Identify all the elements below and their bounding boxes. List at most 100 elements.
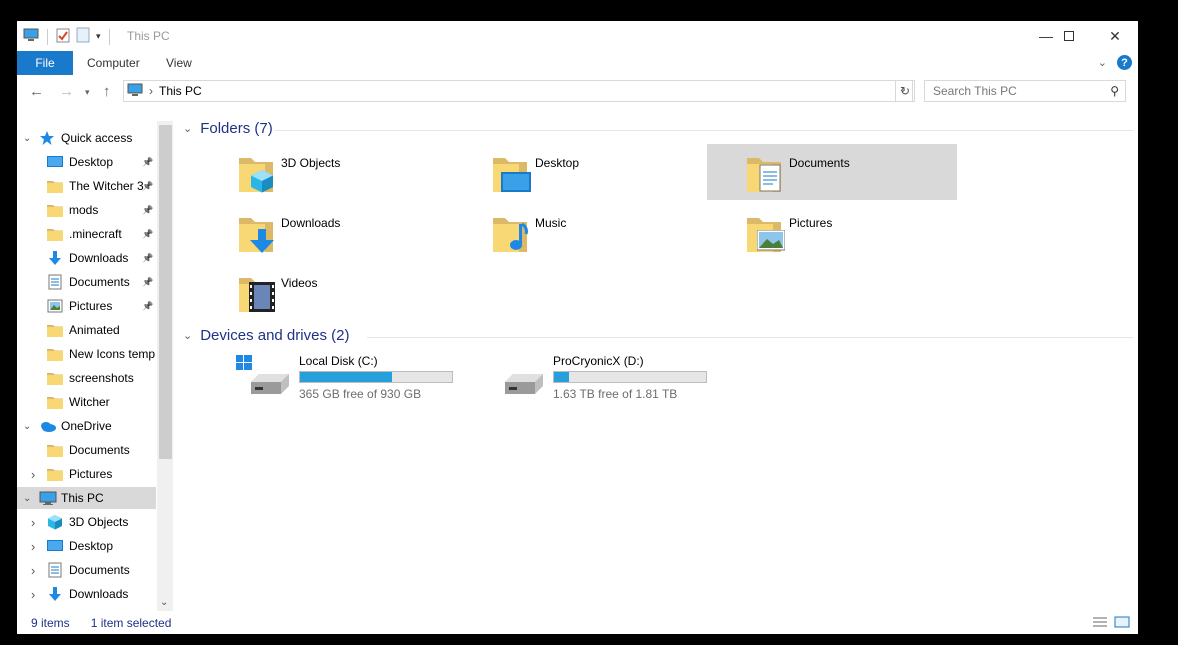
expand-ribbon-icon[interactable]: ⌄ (1098, 56, 1107, 69)
chevron-down-icon[interactable]: ⌄ (23, 493, 33, 504)
sidebar-item-quick-access[interactable]: ⌄ Quick access (17, 127, 156, 149)
folder-icon (47, 442, 63, 458)
desktop-icon (47, 538, 63, 554)
downloads-folder-icon (237, 210, 275, 254)
drive-usage-fill (300, 372, 392, 382)
drive-tile[interactable]: Local Disk (C:) 365 GB free of 930 GB (235, 354, 485, 410)
star-icon (39, 130, 55, 146)
sidebar-item-downloads[interactable]: › Downloads (17, 583, 156, 605)
sidebar-item-screenshots[interactable]: screenshots (17, 367, 156, 389)
sidebar-item-onedrive[interactable]: ⌄ OneDrive (17, 415, 156, 437)
folder-tile-documents[interactable]: Documents (707, 144, 957, 200)
sidebar-item-desktop[interactable]: Desktop 📌 (17, 151, 156, 173)
chevron-right-icon[interactable]: › (31, 563, 41, 578)
sidebar-item-label: Desktop (69, 539, 114, 553)
new-folder-icon[interactable] (76, 27, 90, 46)
sidebar-item-minecraft[interactable]: .minecraft 📌 (17, 223, 156, 245)
sidebar-item-3d-objects[interactable]: › 3D Objects (17, 511, 156, 533)
breadcrumb-chevron-icon[interactable]: › (149, 84, 153, 98)
refresh-icon: ↻ (899, 84, 911, 98)
sidebar-item-label: Documents (69, 275, 130, 289)
scrollbar-thumb[interactable] (159, 125, 172, 459)
chevron-right-icon[interactable]: › (31, 467, 41, 482)
folder-label: Downloads (281, 216, 341, 230)
folder-icon (47, 466, 63, 482)
help-icon[interactable]: ? (1117, 55, 1132, 70)
address-bar[interactable]: › This PC ⌄ (123, 80, 913, 102)
pin-icon: 📌 (142, 180, 154, 191)
documents-icon (47, 562, 63, 578)
sidebar-item-label: Downloads (69, 251, 129, 265)
folder-tile-pictures[interactable]: Pictures (707, 204, 957, 260)
folders-heading: Folders (7) (200, 120, 273, 137)
sidebar-item-label: 3D Objects (69, 515, 129, 529)
chevron-right-icon[interactable]: › (31, 515, 41, 530)
sidebar-item-desktop[interactable]: › Desktop (17, 535, 156, 557)
sidebar-item-label: Downloads (69, 587, 129, 601)
quick-access-toolbar: ▾ (23, 27, 112, 46)
drive-tile[interactable]: ProCryonicX (D:) 1.63 TB free of 1.81 TB (489, 354, 739, 410)
drive-name: Local Disk (C:) (299, 354, 378, 368)
pc-icon[interactable] (23, 28, 39, 45)
chevron-right-icon[interactable]: › (31, 539, 41, 554)
folder-icon (47, 370, 63, 386)
chevron-right-icon[interactable]: › (31, 587, 41, 602)
folder-label: Videos (281, 276, 318, 290)
sidebar-item-pictures[interactable]: Pictures 📌 (17, 295, 156, 317)
chevron-down-icon[interactable]: ⌄ (23, 133, 33, 144)
properties-icon[interactable] (56, 27, 70, 46)
sidebar-item-animated[interactable]: Animated (17, 319, 156, 341)
up-arrow-icon[interactable]: ↑ (103, 83, 111, 100)
sidebar-item-documents[interactable]: Documents (17, 439, 156, 461)
sidebar-item-label: Witcher (69, 395, 110, 409)
sidebar-item-documents[interactable]: Documents 📌 (17, 271, 156, 293)
large-icons-view-icon[interactable] (1114, 616, 1130, 631)
breadcrumb-this-pc[interactable]: This PC (159, 84, 202, 98)
sidebar-item-pictures[interactable]: › Pictures (17, 463, 156, 485)
navigation-pane-scrollbar[interactable]: ⌄ (157, 121, 173, 611)
customize-toolbar-icon[interactable]: ▾ (96, 31, 101, 42)
tab-computer[interactable]: Computer (87, 56, 140, 70)
sidebar-item-documents[interactable]: › Documents (17, 559, 156, 581)
group-divider (367, 337, 1133, 338)
forward-arrow-icon[interactable]: → (59, 83, 74, 100)
tab-view[interactable]: View (166, 56, 192, 70)
pc-icon (39, 490, 57, 506)
desktop-icon (47, 154, 63, 170)
sidebar-item-label: Quick access (61, 131, 133, 145)
navigation-bar: ← → ▾ ↑ › This PC ⌄ ↻ Search This PC ⚲ (17, 75, 1138, 107)
folders-group-header[interactable]: ⌄ Folders (7) (183, 120, 273, 137)
sidebar-item-downloads[interactable]: Downloads 📌 (17, 247, 156, 269)
close-icon: ✕ (1109, 27, 1121, 44)
folder-tile-music[interactable]: Music (453, 204, 703, 260)
tab-file[interactable]: File (17, 51, 73, 75)
chevron-down-icon[interactable]: ⌄ (23, 421, 33, 432)
folder-tile-downloads[interactable]: Downloads (199, 204, 449, 260)
folder-icon (47, 394, 63, 410)
ribbon-tabs: File Computer View ⌄ ? (17, 51, 1138, 75)
folder-tile-videos[interactable]: Videos (199, 264, 449, 320)
search-input[interactable]: Search This PC ⚲ (924, 80, 1126, 102)
music-folder-icon (491, 210, 529, 254)
folder-label: Desktop (535, 156, 580, 170)
cube-icon (47, 514, 63, 530)
sidebar-item-this-pc[interactable]: ⌄ This PC (17, 487, 156, 509)
sidebar-item-the-witcher-3[interactable]: The Witcher 3 📌 (17, 175, 156, 197)
sidebar-item-label: The Witcher 3 (69, 179, 144, 193)
scroll-down-icon[interactable]: ⌄ (160, 597, 168, 608)
recent-locations-icon[interactable]: ▾ (85, 87, 90, 98)
sidebar-item-label: Desktop (69, 155, 114, 169)
sidebar-item-mods[interactable]: mods 📌 (17, 199, 156, 221)
maximize-button[interactable] (1046, 21, 1092, 51)
sidebar-item-new-icons-temp[interactable]: New Icons temp (17, 343, 156, 365)
drives-group-header[interactable]: ⌄ Devices and drives (2) (183, 327, 349, 344)
back-arrow-icon[interactable]: ← (29, 83, 44, 100)
refresh-button[interactable]: ↻ (895, 80, 915, 102)
close-button[interactable]: ✕ (1092, 21, 1138, 51)
folder-tile-3d-objects[interactable]: 3D Objects (199, 144, 449, 200)
sidebar-item-witcher[interactable]: Witcher (17, 391, 156, 413)
details-view-icon[interactable] (1092, 616, 1108, 631)
title-bar: ▾ This PC — ✕ (17, 21, 1138, 51)
folder-tile-desktop[interactable]: Desktop (453, 144, 703, 200)
folder-label: Documents (789, 156, 850, 170)
